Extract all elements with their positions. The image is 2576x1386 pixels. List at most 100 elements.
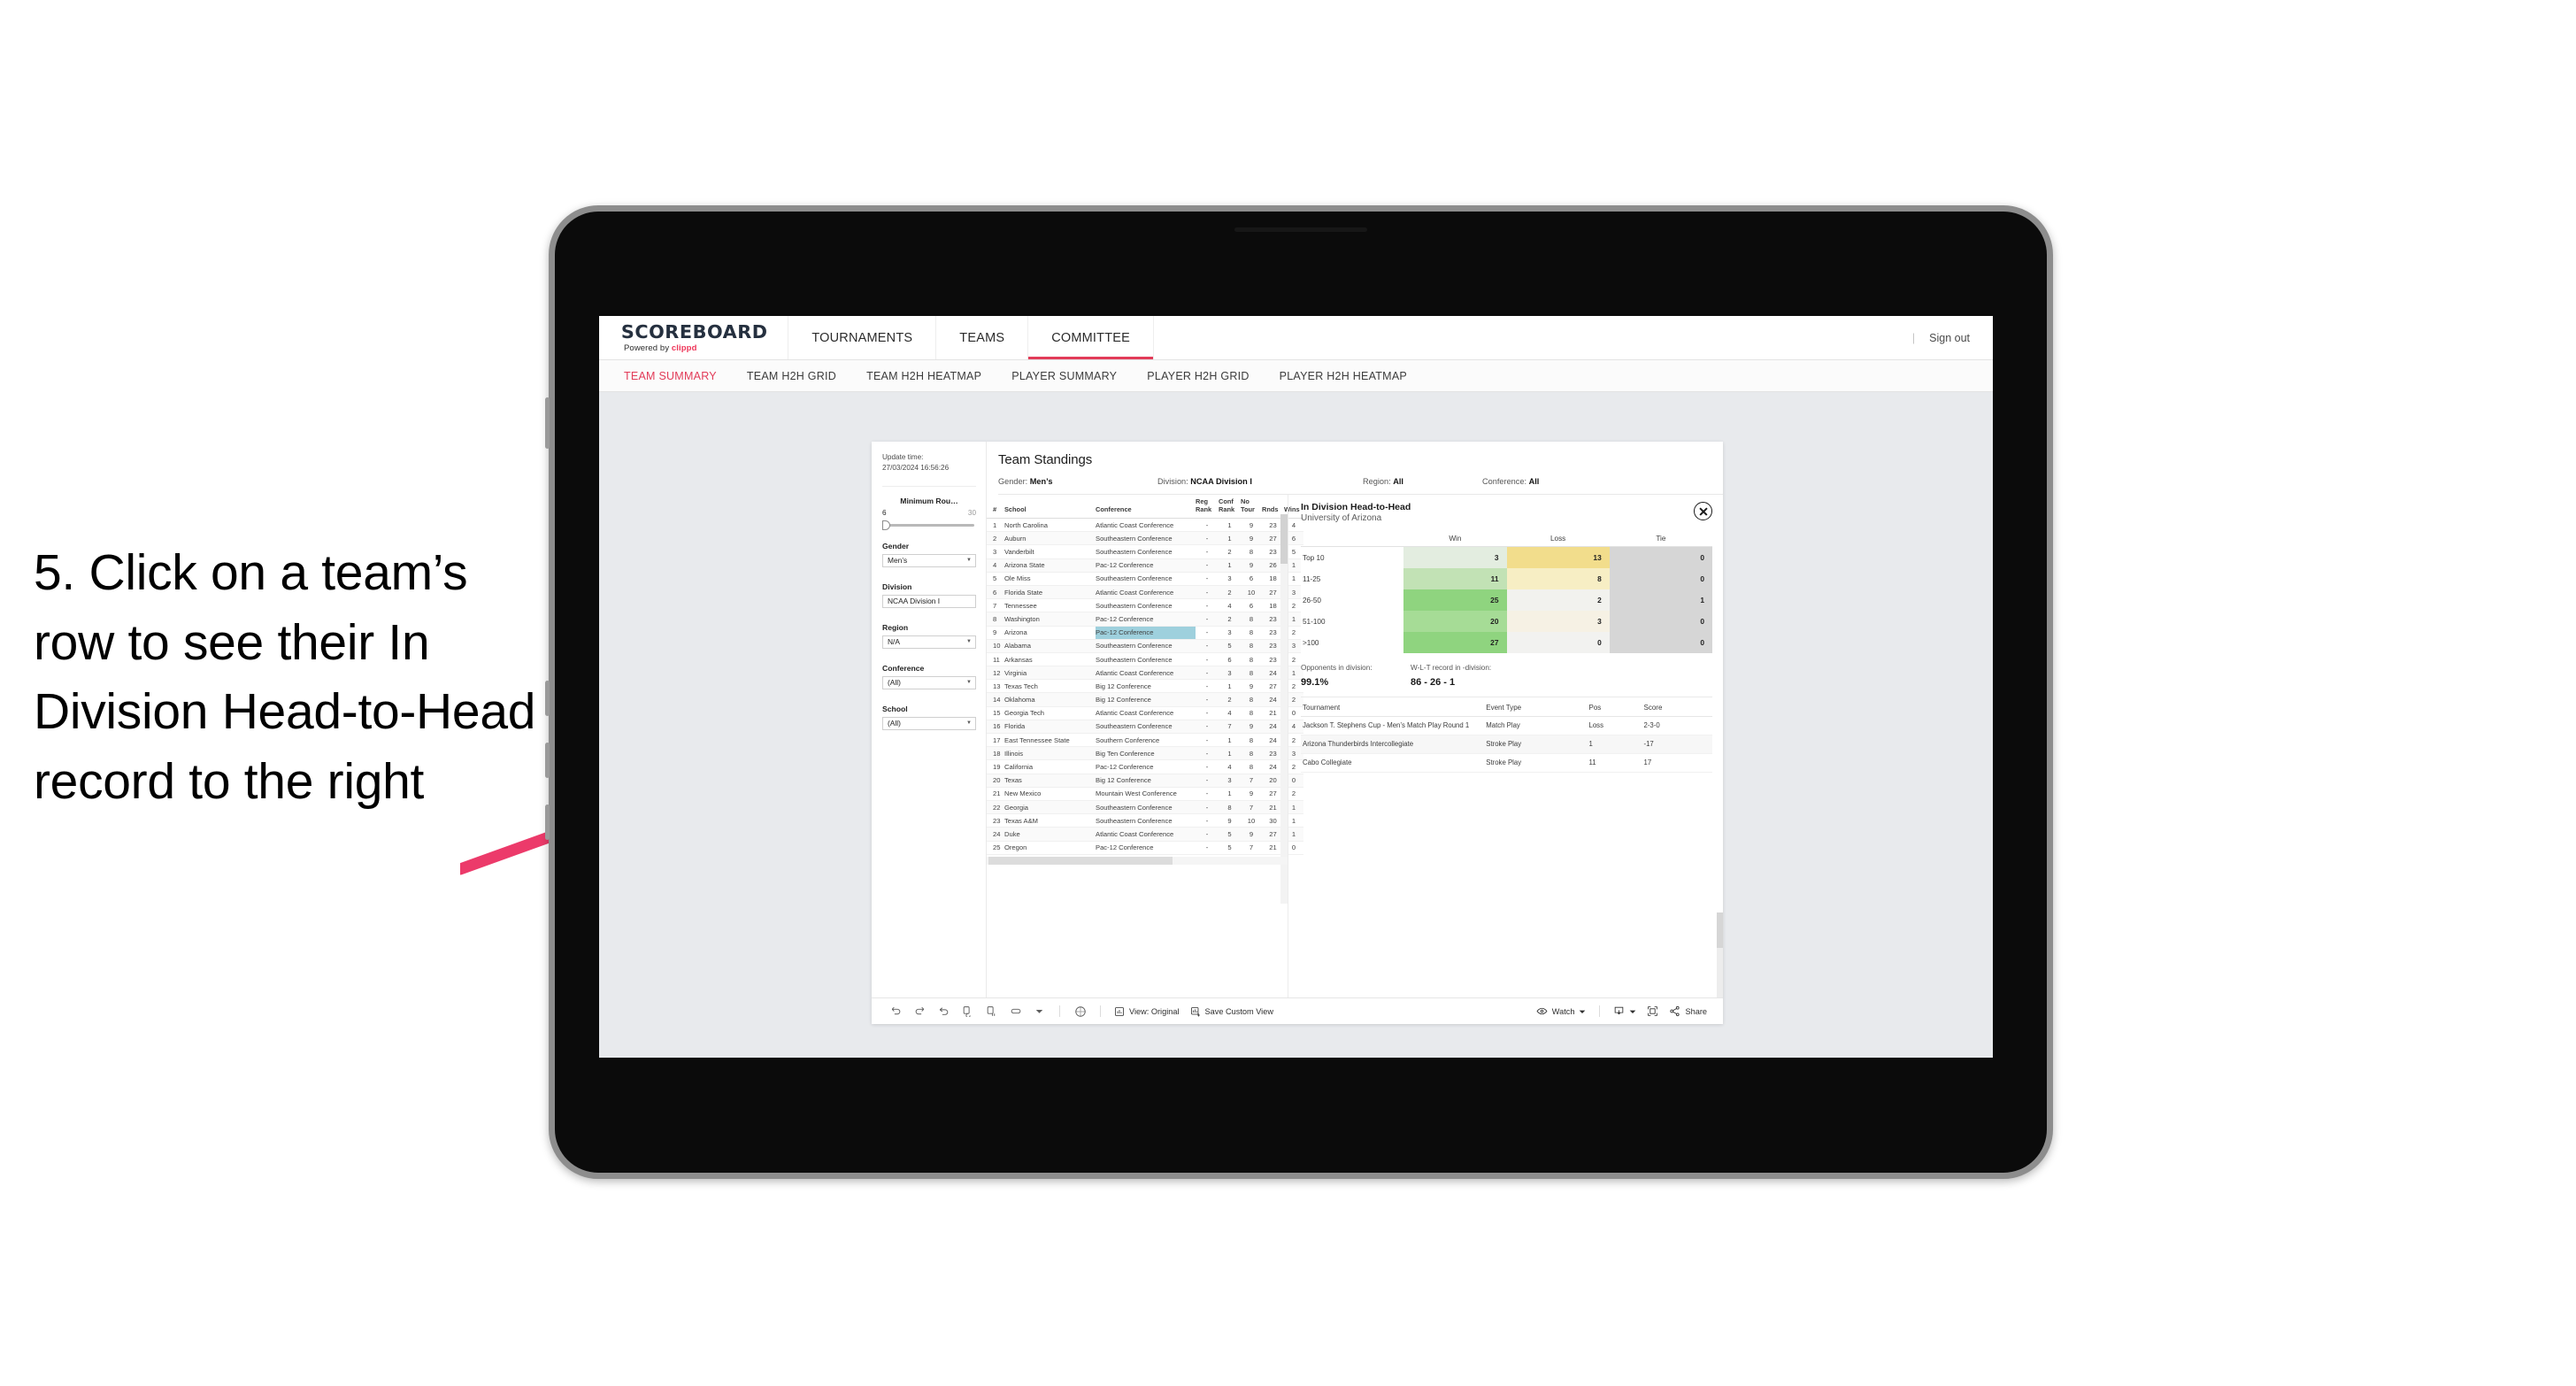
table-row[interactable]: 12 Virginia Atlantic Coast Conference -3 8 24… (987, 666, 1303, 681)
scrollbar-thumb[interactable] (1280, 514, 1288, 564)
share-button[interactable]: Share (1664, 1005, 1712, 1017)
minimum-rounds-slider[interactable] (882, 520, 974, 530)
table-row[interactable]: 7 Tennessee Southeastern Conference -4 6 18 2 (987, 598, 1303, 613)
table-row[interactable]: 24 Duke Atlantic Coast Conference -5 9 27 1 (987, 827, 1303, 842)
caret-down-icon[interactable] (1027, 1007, 1051, 1015)
h2h-cell-tie[interactable]: 0 (1609, 546, 1712, 568)
standings-vertical-scrollbar[interactable] (1280, 514, 1288, 904)
cell-reg-rank: - (1196, 626, 1219, 640)
filter-division: Division NCAA Division I (882, 582, 976, 608)
col-pos[interactable]: Pos (1588, 697, 1644, 717)
highlight-icon[interactable] (1003, 1005, 1027, 1017)
volume-button-2[interactable] (545, 743, 550, 778)
scrollbar-thumb[interactable] (1717, 912, 1723, 948)
table-row[interactable]: 16 Florida Southeastern Conference -7 9 24 4 (987, 720, 1303, 735)
summary-division-value: NCAA Division I (1190, 477, 1252, 486)
nav-item-tournaments[interactable]: TOURNAMENTS (788, 316, 937, 359)
col-tournament[interactable]: Tournament (1301, 697, 1487, 717)
table-row[interactable]: 5 Ole Miss Southeastern Conference -3 6 18 1 (987, 572, 1303, 586)
h2h-cell-win[interactable]: 11 (1403, 568, 1507, 589)
col-no-tour[interactable]: No Tour (1241, 495, 1262, 520)
tab-player-h2h-heatmap[interactable]: PLAYER H2H HEATMAP (1280, 370, 1407, 382)
list-item[interactable]: Jackson T. Stephens Cup - Men’s Match Pl… (1301, 716, 1712, 736)
tab-team-h2h-heatmap[interactable]: TEAM H2H HEATMAP (866, 370, 981, 382)
school-select[interactable]: (All) ▼ (882, 716, 976, 730)
close-icon[interactable] (1694, 502, 1712, 520)
watch-button[interactable]: Watch (1531, 1005, 1592, 1017)
table-row[interactable]: 9 Arizona Pac-12 Conference -3 8 23 2 (987, 626, 1303, 640)
h2h-cell-win[interactable]: 25 (1403, 589, 1507, 611)
fullscreen-button[interactable] (1642, 1005, 1664, 1017)
presentation-mode-icon[interactable] (1068, 1005, 1092, 1018)
table-row[interactable]: 15 Georgia Tech Atlantic Coast Conference -… (987, 706, 1303, 720)
view-original-button[interactable]: View: Original (1109, 1006, 1185, 1017)
table-row[interactable]: 13 Texas Tech Big 12 Conference -1 9 27 2 (987, 679, 1303, 694)
standings-horizontal-scrollbar[interactable] (987, 856, 1288, 865)
col-event-type[interactable]: Event Type (1486, 697, 1589, 717)
table-row[interactable]: 4 Arizona State Pac-12 Conference -1 9 26 1 (987, 558, 1303, 573)
refresh-data-icon[interactable] (956, 1005, 980, 1017)
tournament-scrollbar[interactable] (1717, 912, 1723, 997)
redo-icon[interactable] (908, 1005, 932, 1017)
pause-updates-icon[interactable] (980, 1005, 1003, 1017)
scrollbar-thumb[interactable] (988, 856, 1173, 865)
h2h-cell-win[interactable]: 27 (1403, 632, 1507, 653)
table-row[interactable]: 14 Oklahoma Big 12 Conference -2 8 24 2 (987, 692, 1303, 707)
table-row[interactable]: 20 Texas Big 12 Conference -3 7 20 0 (987, 774, 1303, 788)
table-row[interactable]: 10 Alabama Southeastern Conference -5 8 23 3 (987, 639, 1303, 653)
table-row[interactable]: 23 Texas A&M Southeastern Conference -9 10 30… (987, 813, 1303, 828)
tab-team-summary[interactable]: TEAM SUMMARY (624, 370, 717, 382)
table-row[interactable]: 25 Oregon Pac-12 Conference -5 7 21 0 (987, 841, 1303, 855)
volume-button-3[interactable] (545, 805, 550, 840)
col-conference[interactable]: Conference (1096, 495, 1196, 520)
tab-player-h2h-grid[interactable]: PLAYER H2H GRID (1147, 370, 1249, 382)
region-select[interactable]: N/A ▼ (882, 635, 976, 649)
undo-icon[interactable] (884, 1005, 908, 1017)
table-row[interactable]: 11 Arkansas Southeastern Conference -6 8 23 2 (987, 652, 1303, 667)
h2h-cell-tie[interactable]: 0 (1609, 632, 1712, 653)
h2h-cell-tie[interactable]: 1 (1609, 589, 1712, 611)
col-rank[interactable]: # (987, 495, 1004, 520)
download-button[interactable] (1608, 1005, 1642, 1017)
table-row[interactable]: 19 California Pac-12 Conference -4 8 24 2 (987, 759, 1303, 774)
cell-rank: 18 (987, 746, 1004, 761)
table-row[interactable]: 8 Washington Pac-12 Conference -2 8 23 1 (987, 612, 1303, 627)
table-row[interactable]: 3 Vanderbilt Southeastern Conference -2 8 23 5 (987, 544, 1303, 559)
list-item[interactable]: Arizona Thunderbirds Intercollegiate Stro… (1301, 735, 1712, 755)
h2h-cell-loss[interactable]: 13 (1506, 546, 1610, 568)
volume-button-1[interactable] (545, 681, 550, 716)
col-school[interactable]: School (1004, 495, 1096, 520)
app-logo[interactable]: SCOREBOARD Powered by clippd (599, 316, 789, 359)
table-row[interactable]: 22 Georgia Southeastern Conference -8 7 21 1 (987, 800, 1303, 815)
col-reg-rank[interactable]: Reg Rank (1196, 495, 1219, 520)
table-row[interactable]: 21 New Mexico Mountain West Conference -1 9 2… (987, 787, 1303, 801)
conference-select[interactable]: (All) ▼ (882, 675, 976, 689)
table-row[interactable]: 6 Florida State Atlantic Coast Conference -… (987, 585, 1303, 600)
nav-item-committee[interactable]: COMMITTEE (1028, 316, 1155, 359)
gender-select[interactable]: Men’s ▼ (882, 553, 976, 567)
revert-icon[interactable] (932, 1005, 956, 1017)
division-select[interactable]: NCAA Division I (882, 594, 976, 608)
h2h-cell-loss[interactable]: 2 (1506, 589, 1610, 611)
h2h-cell-win[interactable]: 20 (1403, 611, 1507, 632)
nav-item-teams[interactable]: TEAMS (936, 316, 1029, 359)
table-row[interactable]: 2 Auburn Southeastern Conference -1 9 27 6 (987, 531, 1303, 546)
tab-player-summary[interactable]: PLAYER SUMMARY (1011, 370, 1117, 382)
h2h-cell-win[interactable]: 3 (1403, 546, 1507, 568)
cell-rank: 2 (987, 531, 1004, 546)
table-row[interactable]: 18 Illinois Big Ten Conference -1 8 23 3 (987, 746, 1303, 761)
table-row[interactable]: 17 East Tennessee State Southern Conferenc… (987, 733, 1303, 748)
col-conf-rank[interactable]: Conf Rank (1219, 495, 1241, 520)
list-item[interactable]: Cabo Collegiate Stroke Play 11 17 (1301, 753, 1712, 774)
col-score[interactable]: Score (1643, 697, 1712, 717)
save-custom-view-button[interactable]: Save Custom View (1185, 1006, 1279, 1017)
h2h-cell-tie[interactable]: 0 (1609, 568, 1712, 589)
slider-handle[interactable] (882, 520, 890, 530)
table-row[interactable]: 1 North Carolina Atlantic Coast Conference… (987, 518, 1303, 533)
sign-out-link[interactable]: Sign out (1929, 332, 1970, 344)
h2h-cell-loss[interactable]: 0 (1506, 632, 1610, 653)
h2h-cell-tie[interactable]: 0 (1609, 611, 1712, 632)
h2h-cell-loss[interactable]: 3 (1506, 611, 1610, 632)
tab-team-h2h-grid[interactable]: TEAM H2H GRID (747, 370, 836, 382)
h2h-cell-loss[interactable]: 8 (1506, 568, 1610, 589)
